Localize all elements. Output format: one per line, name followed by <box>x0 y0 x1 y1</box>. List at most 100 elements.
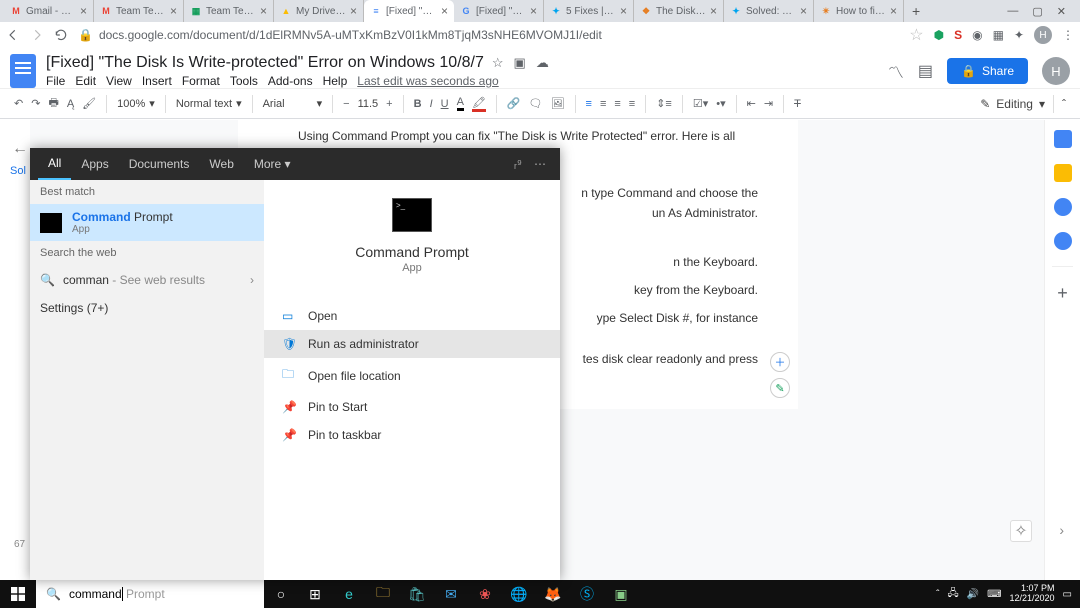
indent-increase-button[interactable]: ⇥ <box>764 97 773 110</box>
close-tab-icon[interactable]: × <box>441 5 448 17</box>
share-button[interactable]: 🔒 Share <box>947 58 1028 84</box>
action-open[interactable]: ▭Open <box>264 302 560 330</box>
bookmark-star-icon[interactable]: ☆ <box>909 25 923 45</box>
add-addon-icon[interactable]: + <box>1057 283 1068 304</box>
ext-icon-3[interactable]: ◉ <box>972 28 982 42</box>
close-tab-icon[interactable]: × <box>530 5 537 17</box>
cloud-status-icon[interactable]: ☁ <box>536 55 549 71</box>
notifications-icon[interactable]: ▭ <box>1063 589 1072 600</box>
browser-tab[interactable]: ▦Team TechPo× <box>184 0 274 22</box>
keyboard-icon[interactable]: ⌨ <box>987 589 1001 600</box>
insert-link-button[interactable]: 🔗 <box>507 97 521 110</box>
decrease-font-button[interactable]: − <box>343 98 349 110</box>
back-button[interactable] <box>6 28 20 42</box>
suggest-edit-icon[interactable]: ✎ <box>770 378 790 398</box>
skype-icon[interactable]: Ⓢ <box>570 580 604 608</box>
cortana-icon[interactable]: ○ <box>264 580 298 608</box>
feedback-icon[interactable]: ᵣ⁹ <box>514 157 522 171</box>
checklist-button[interactable]: ☑▾ <box>693 97 708 110</box>
doc-title[interactable]: [Fixed] "The Disk Is Write-protected" Er… <box>46 54 484 72</box>
menu-add-ons[interactable]: Add-ons <box>268 74 313 88</box>
account-avatar[interactable]: H <box>1042 57 1070 85</box>
italic-button[interactable]: I <box>430 98 433 110</box>
close-tab-icon[interactable]: × <box>710 5 717 17</box>
menu-edit[interactable]: Edit <box>75 74 96 88</box>
menu-help[interactable]: Help <box>323 74 348 88</box>
insert-comment-button[interactable]: 🗨 <box>529 97 543 110</box>
taskbar-search[interactable]: 🔍 command Prompt <box>36 580 264 608</box>
style-select[interactable]: Normal text ▾ <box>176 97 242 110</box>
ext-icon-1[interactable]: ⬢ <box>934 28 944 42</box>
start-tab-documents[interactable]: Documents <box>119 148 200 180</box>
star-doc-icon[interactable]: ☆ <box>492 55 504 71</box>
contacts-icon[interactable] <box>1054 232 1072 250</box>
redo-button[interactable]: ↷ <box>31 97 40 110</box>
line-spacing-button[interactable]: ⇕≡ <box>656 97 672 110</box>
clear-format-button[interactable]: T <box>794 98 801 110</box>
font-size-input[interactable]: 11.5 <box>358 98 379 110</box>
bullet-list-button[interactable]: •▾ <box>716 97 725 110</box>
calendar-icon[interactable] <box>1054 130 1072 148</box>
undo-button[interactable]: ↶ <box>14 97 23 110</box>
close-tab-icon[interactable]: × <box>800 5 807 17</box>
ext-icon-4[interactable]: ▦ <box>993 28 1004 42</box>
menu-tools[interactable]: Tools <box>230 74 258 88</box>
last-edit-link[interactable]: Last edit was seconds ago <box>357 74 498 88</box>
store-icon[interactable]: 🛍 <box>400 580 434 608</box>
chrome-icon[interactable]: 🌐 <box>502 580 536 608</box>
menu-file[interactable]: File <box>46 74 65 88</box>
action-pin-to-taskbar[interactable]: 📌Pin to taskbar <box>264 421 560 449</box>
firefox-icon[interactable]: 🦊 <box>536 580 570 608</box>
start-tab-web[interactable]: Web <box>199 148 243 180</box>
browser-tab[interactable]: ✦Solved: The D× <box>724 0 814 22</box>
align-right-button[interactable]: ≡ <box>614 98 620 110</box>
edge-icon[interactable]: e <box>332 580 366 608</box>
forward-button[interactable] <box>30 28 44 42</box>
menu-view[interactable]: View <box>106 74 132 88</box>
move-doc-icon[interactable]: ▣ <box>514 55 526 71</box>
close-tab-icon[interactable]: × <box>350 5 357 17</box>
underline-button[interactable]: U <box>441 98 449 110</box>
volume-icon[interactable]: 🔊 <box>967 589 979 600</box>
start-button[interactable] <box>0 580 36 608</box>
comments-icon[interactable]: ▤ <box>918 61 933 81</box>
photos-icon[interactable]: ❀ <box>468 580 502 608</box>
start-tab-apps[interactable]: Apps <box>71 148 118 180</box>
browser-tab[interactable]: ≡[Fixed] "The D× <box>364 0 454 22</box>
increase-font-button[interactable]: + <box>386 98 392 110</box>
browser-tab[interactable]: ✦5 Fixes | The× <box>544 0 634 22</box>
app-icon[interactable]: ▣ <box>604 580 638 608</box>
start-tab-all[interactable]: All <box>38 148 71 180</box>
browser-tab[interactable]: G[Fixed] "The D× <box>454 0 544 22</box>
keep-icon[interactable] <box>1054 164 1072 182</box>
text-color-button[interactable]: A <box>457 96 464 111</box>
settings-header[interactable]: Settings (7+) <box>30 295 264 321</box>
close-tab-icon[interactable]: × <box>80 5 87 17</box>
tasks-icon[interactable] <box>1054 198 1072 216</box>
maximize-button[interactable]: ▢ <box>1032 5 1042 18</box>
more-options-icon[interactable]: ⋯ <box>534 157 546 171</box>
tray-chevron-icon[interactable]: ˆ <box>936 589 939 600</box>
mail-icon[interactable]: ✉ <box>434 580 468 608</box>
browser-tab[interactable]: MTeam TechPo× <box>94 0 184 22</box>
profile-button[interactable]: H <box>1034 26 1052 44</box>
action-open-file-location[interactable]: 🗀Open file location <box>264 358 560 393</box>
explore-button[interactable]: ✧ <box>1010 520 1032 542</box>
outline-item[interactable]: Sol <box>10 165 26 177</box>
result-command-prompt[interactable]: Command Prompt App <box>30 204 264 241</box>
activity-icon[interactable]: 〽 <box>888 59 904 83</box>
explorer-icon[interactable]: 🗀 <box>366 580 400 608</box>
font-select[interactable]: Arial ▾ <box>263 97 323 110</box>
close-tab-icon[interactable]: × <box>890 5 897 17</box>
align-center-button[interactable]: ≡ <box>600 98 606 110</box>
menu-format[interactable]: Format <box>182 74 220 88</box>
omnibox[interactable]: 🔒 docs.google.com/document/d/1dElRMNv5A-… <box>78 28 899 42</box>
network-icon[interactable]: 🖧 <box>947 586 958 603</box>
menu-insert[interactable]: Insert <box>142 74 172 88</box>
editing-mode-button[interactable]: ✎ Editing ▾ ˆ <box>980 95 1066 113</box>
new-tab-button[interactable]: + <box>904 3 928 19</box>
print-button[interactable]: 🖶 <box>48 94 58 113</box>
web-result[interactable]: 🔍comman - See web results › <box>30 265 264 295</box>
browser-tab[interactable]: MGmail - Emai× <box>4 0 94 22</box>
task-view-icon[interactable]: ⊞ <box>298 580 332 608</box>
